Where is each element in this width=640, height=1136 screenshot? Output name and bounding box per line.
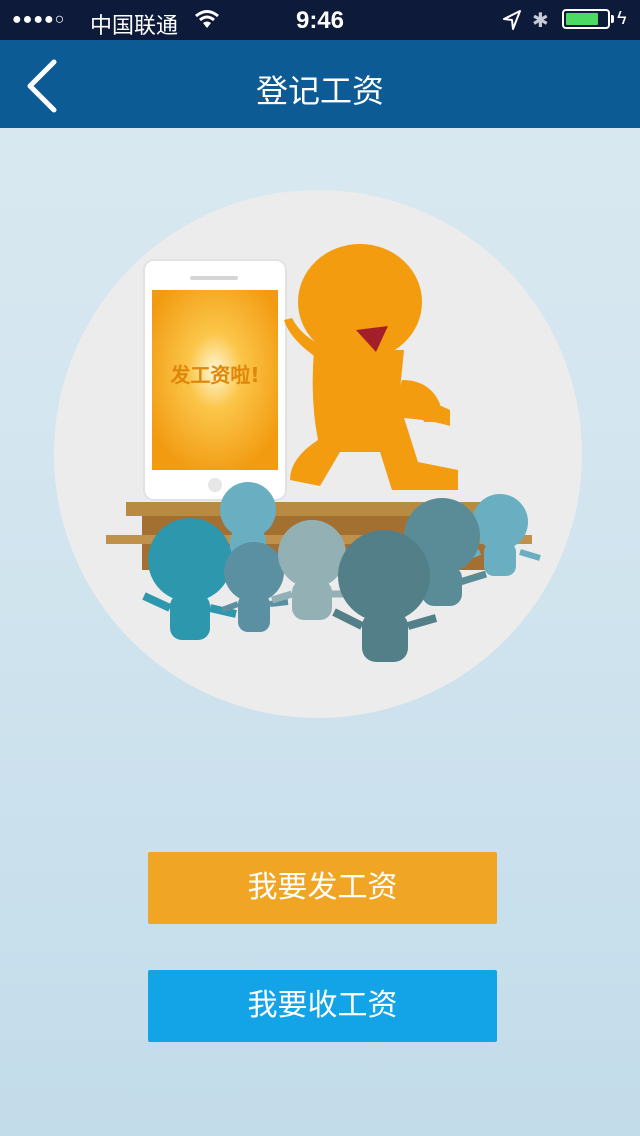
charging-bolt-icon: ϟ <box>617 8 627 28</box>
phone-screen-text: 发工资啦! <box>169 363 259 387</box>
page-title: 登记工资 <box>255 72 384 110</box>
battery-tip <box>611 15 614 23</box>
send-salary-button[interactable]: 我要发工资 <box>148 852 497 924</box>
bluetooth-icon: ✱ <box>532 10 549 32</box>
salary-illustration: 发工资啦! <box>54 190 582 718</box>
phone-graphic: 发工资啦! <box>143 259 287 501</box>
location-arrow-icon <box>502 9 522 36</box>
status-bar: ●●●●○ 中国联通 9:46 ✱ ϟ <box>0 0 640 40</box>
navigation-bar: 登记工资 <box>0 40 640 128</box>
battery-level <box>566 13 598 25</box>
receive-salary-button[interactable]: 我要收工资 <box>148 970 497 1042</box>
battery-icon <box>562 9 610 29</box>
